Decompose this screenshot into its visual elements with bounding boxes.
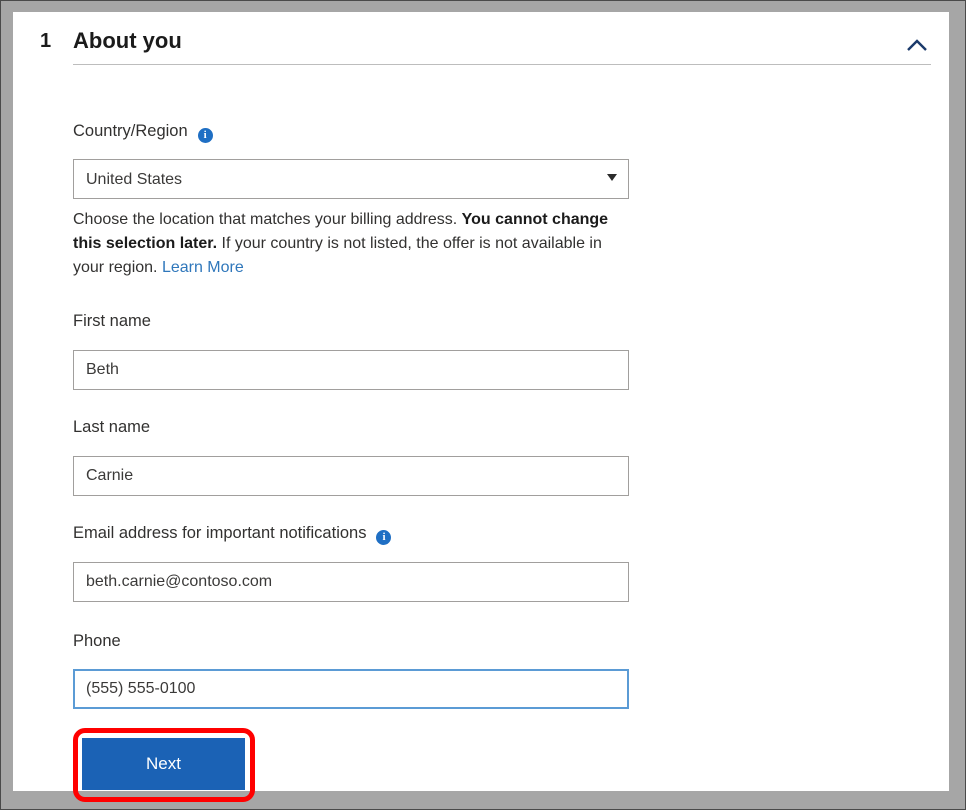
- chevron-up-icon[interactable]: [903, 34, 931, 58]
- info-icon[interactable]: i: [198, 128, 213, 143]
- country-region-label-text: Country/Region: [73, 122, 188, 140]
- phone-field[interactable]: [73, 669, 629, 709]
- help-text-part1: Choose the location that matches your bi…: [73, 211, 462, 228]
- country-region-help-text: Choose the location that matches your bi…: [73, 208, 633, 280]
- country-region-select[interactable]: United States: [73, 159, 629, 199]
- header-divider: [73, 64, 931, 65]
- next-button[interactable]: Next: [82, 738, 245, 790]
- email-label: Email address for important notification…: [73, 524, 391, 545]
- email-field[interactable]: [73, 562, 629, 602]
- section-header: 1 About you: [13, 12, 949, 66]
- last-name-label: Last name: [73, 418, 150, 437]
- last-name-input[interactable]: [73, 456, 629, 496]
- first-name-input[interactable]: [73, 350, 629, 390]
- first-name-label: First name: [73, 312, 151, 331]
- step-number: 1: [40, 30, 51, 53]
- country-region-select-wrap: United States: [73, 159, 629, 199]
- email-label-text: Email address for important notification…: [73, 524, 366, 542]
- country-region-label: Country/Region i: [73, 122, 213, 143]
- info-icon[interactable]: i: [376, 530, 391, 545]
- about-you-card: 1 About you Country/Region i United State…: [13, 12, 949, 791]
- learn-more-link[interactable]: Learn More: [162, 259, 244, 276]
- page-title: About you: [73, 28, 182, 54]
- phone-label: Phone: [73, 632, 121, 651]
- page-frame: 1 About you Country/Region i United State…: [0, 0, 966, 810]
